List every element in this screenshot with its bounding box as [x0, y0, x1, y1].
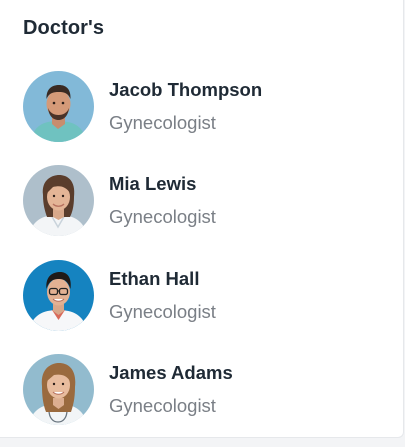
doctor-name: Mia Lewis	[109, 172, 197, 194]
doctor-name: Ethan Hall	[109, 267, 200, 289]
doctor-avatar	[23, 259, 94, 331]
doctor-name: Jacob Thompson	[109, 78, 263, 100]
doctor-list-item[interactable]: James Adams Gynecologist	[23, 353, 383, 425]
panel-title: Doctor's	[23, 17, 105, 39]
doctor-avatar	[23, 164, 94, 236]
doctor-name: James Adams	[109, 361, 233, 383]
doctors-panel: Doctor's Jacob Thompson Gynecologist Mia…	[0, 0, 404, 438]
doctor-avatar	[23, 70, 94, 142]
doctor-list-item[interactable]: Mia Lewis Gynecologist	[23, 164, 383, 236]
doctor-specialty: Gynecologist	[109, 111, 216, 133]
doctor-specialty: Gynecologist	[109, 300, 216, 322]
doctor-specialty: Gynecologist	[109, 205, 216, 227]
doctor-specialty: Gynecologist	[109, 394, 216, 416]
doctor-list-item[interactable]: Ethan Hall Gynecologist	[23, 259, 383, 331]
doctor-list-item[interactable]: Jacob Thompson Gynecologist	[23, 70, 383, 142]
doctor-avatar	[23, 353, 94, 425]
